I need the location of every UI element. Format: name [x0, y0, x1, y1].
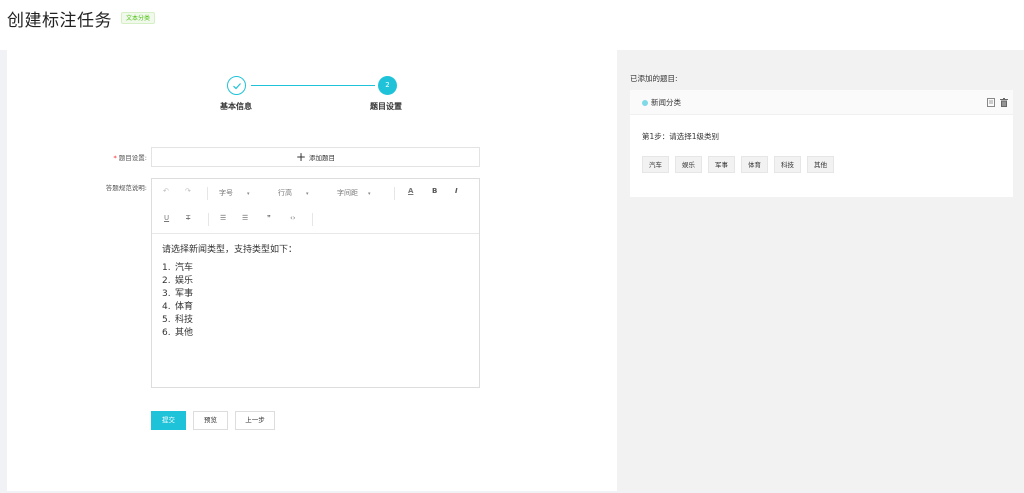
italic-icon[interactable]: I: [455, 187, 458, 195]
status-dot: [642, 100, 648, 106]
bold-icon[interactable]: B: [432, 187, 437, 195]
chevron-down-icon: ▾: [306, 191, 309, 197]
editor-intro-text: 请选择新闻类型，支持类型如下：: [162, 245, 298, 255]
page-header: 创建标注任务 文本分类: [0, 0, 1024, 50]
undo-icon[interactable]: ↶: [163, 187, 169, 195]
chevron-down-icon: ▾: [368, 191, 371, 197]
chevron-down-icon: ▾: [247, 191, 250, 197]
toolbar-divider: [394, 187, 395, 200]
task-form-panel: 2 基本信息 题目设置 * 题目设置: + 添加题目 答题规范说明: ↶ ↷ 字号…: [7, 50, 617, 491]
page-title: 创建标注任务: [7, 11, 112, 31]
option-tag: 其他: [807, 156, 834, 173]
option-tag: 汽车: [642, 156, 669, 173]
quote-icon[interactable]: ❞: [267, 214, 271, 222]
question-card-header: 新闻分类: [630, 90, 1013, 115]
add-question-label: 添加题目: [309, 154, 336, 162]
list-item: 3. 军事: [162, 289, 194, 299]
option-tags: 汽车 娱乐 军事 体育 科技 其他: [642, 156, 834, 173]
letter-spacing-select[interactable]: 字间距 ▾: [337, 188, 371, 198]
option-tag: 科技: [774, 156, 801, 173]
editor-content[interactable]: 请选择新闻类型，支持类型如下： 1. 汽车 2. 娱乐 3. 军事 4. 体育 5. 科技…: [162, 244, 462, 340]
editor-list: 1. 汽车 2. 娱乐 3. 军事 4. 体育 5. 科技 6. 其他: [162, 262, 462, 340]
trash-icon[interactable]: [1000, 98, 1008, 107]
step-2-indicator: 2: [378, 76, 397, 95]
editor-toolbar: ↶ ↷ 字号 ▾ 行高 ▾ 字间距 ▾ A B I U T ☰ ☰ ❞ ‹›: [152, 179, 479, 234]
toolbar-divider: [312, 213, 313, 226]
question-step-text: 第1步：请选择1级类别: [642, 132, 720, 141]
toolbar-divider: [208, 213, 209, 226]
plus-icon: +: [295, 150, 307, 164]
check-icon: [233, 83, 241, 90]
question-name: 新闻分类: [651, 98, 681, 107]
required-mark: *: [113, 154, 117, 162]
underline-icon[interactable]: U: [164, 214, 169, 222]
font-color-icon[interactable]: A: [408, 187, 413, 195]
step-2-label: 题目设置: [370, 102, 402, 111]
edit-icon[interactable]: [987, 98, 995, 107]
list-item: 2. 娱乐: [162, 276, 194, 286]
code-icon[interactable]: ‹›: [290, 214, 296, 222]
strikethrough-icon[interactable]: T: [186, 214, 190, 222]
list-item: 5. 科技: [162, 315, 194, 325]
list-item: 4. 体育: [162, 302, 194, 312]
redo-icon[interactable]: ↷: [185, 187, 191, 195]
add-question-button[interactable]: + 添加题目: [151, 147, 480, 167]
preview-button[interactable]: 预览: [193, 411, 228, 430]
toolbar-divider: [207, 187, 208, 200]
question-card: 新闻分类 第1步：请选择1级类别 汽车 娱乐 军事 体育 科技 其他: [630, 90, 1013, 197]
bullet-list-icon[interactable]: ☰: [220, 214, 226, 222]
submit-button[interactable]: 提交: [151, 411, 186, 430]
added-questions-panel: 已添加的题目: 新闻分类 第1步：请选择1级类别 汽车 娱乐 军事 体育 科技 …: [618, 50, 1024, 491]
previous-step-button[interactable]: 上一步: [235, 411, 275, 430]
step-1-label: 基本信息: [220, 102, 252, 111]
list-item: 6. 其他: [162, 328, 194, 338]
list-item: 1. 汽车: [162, 263, 194, 273]
font-size-select[interactable]: 字号 ▾: [219, 188, 250, 198]
question-setting-label: * 题目设置:: [113, 154, 147, 162]
added-questions-title: 已添加的题目:: [630, 74, 678, 83]
option-tag: 军事: [708, 156, 735, 173]
step-connector: [251, 85, 375, 86]
task-type-tag: 文本分类: [121, 12, 156, 24]
ordered-list-icon[interactable]: ☰: [242, 214, 248, 222]
rich-text-editor: ↶ ↷ 字号 ▾ 行高 ▾ 字间距 ▾ A B I U T ☰ ☰ ❞ ‹› 请选择新…: [151, 178, 480, 388]
option-tag: 体育: [741, 156, 768, 173]
guide-label: 答题规范说明:: [105, 184, 147, 192]
step-1-indicator: [227, 76, 246, 95]
line-height-select[interactable]: 行高 ▾: [278, 188, 309, 198]
option-tag: 娱乐: [675, 156, 702, 173]
